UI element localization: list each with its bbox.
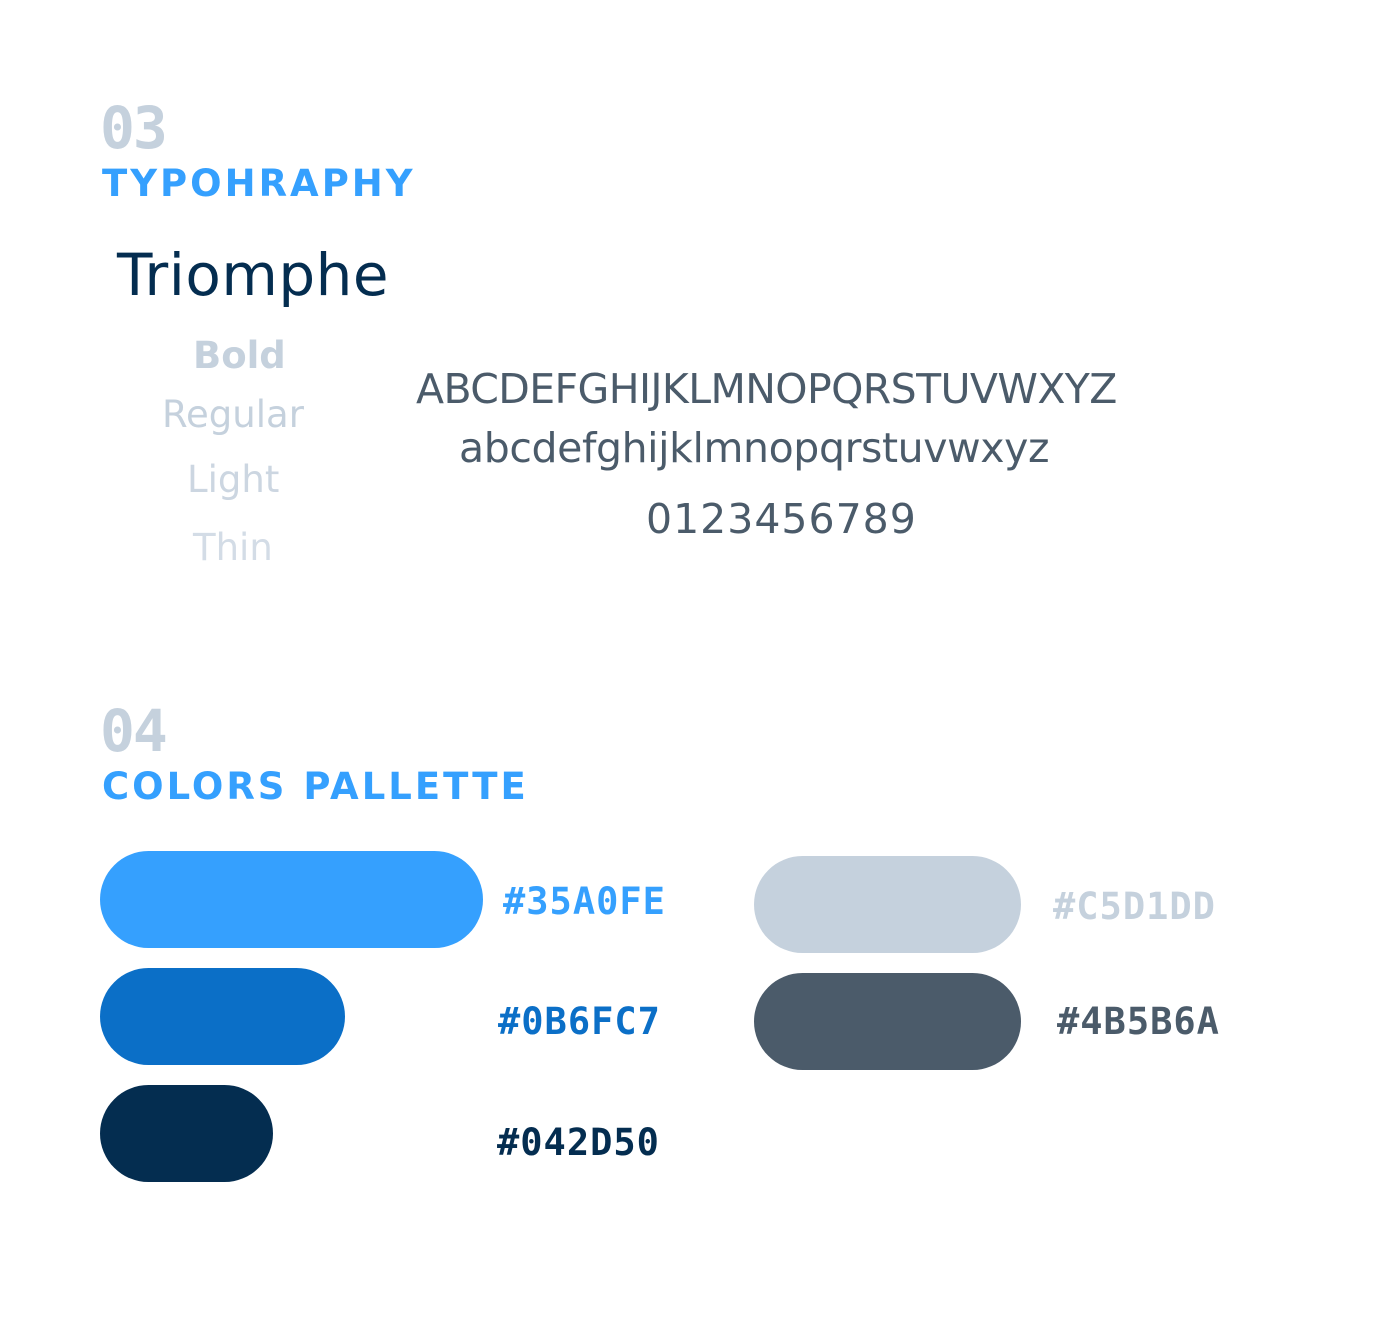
lowercase-alphabet: abcdefghijklmnopqrstuvwxyz xyxy=(459,424,1050,472)
font-weight-regular: Regular xyxy=(162,393,304,436)
font-weight-light: Light xyxy=(187,458,280,501)
font-name: Triomphe xyxy=(117,241,390,309)
typography-section-title: TYPOHRAPHY xyxy=(102,162,416,205)
color-swatch-primary xyxy=(100,851,483,948)
hex-label-slate: #4B5B6A xyxy=(1057,1000,1220,1043)
color-swatch-slate xyxy=(754,973,1021,1070)
color-swatch-dark xyxy=(100,1085,273,1182)
hex-label-secondary: #0B6FC7 xyxy=(498,1000,661,1043)
font-weight-bold: Bold xyxy=(193,334,286,377)
colors-section-number: 04 xyxy=(100,697,168,765)
uppercase-alphabet: ABCDEFGHIJKLMNOPQRSTUVWXYZ xyxy=(416,365,1117,413)
font-weight-thin: Thin xyxy=(193,526,273,569)
color-swatch-secondary xyxy=(100,968,345,1065)
colors-section-title: COLORS PALLETTE xyxy=(102,765,529,808)
hex-label-dark: #042D50 xyxy=(497,1121,660,1164)
hex-label-primary: #35A0FE xyxy=(503,880,666,923)
hex-label-light-gray: #C5D1DD xyxy=(1053,885,1216,928)
typography-section-number: 03 xyxy=(100,94,168,162)
digits: 0123456789 xyxy=(646,495,917,543)
color-swatch-light-gray xyxy=(754,856,1021,953)
